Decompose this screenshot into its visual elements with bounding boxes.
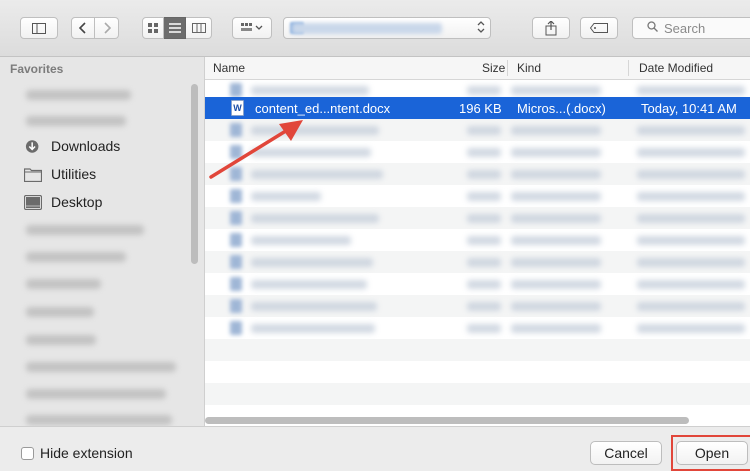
folder-icon [24, 167, 42, 182]
sidebar-blurred-item[interactable] [26, 225, 144, 235]
search-placeholder: Search [664, 20, 706, 36]
sidebar-item-label: Downloads [51, 138, 121, 154]
sidebar-toggle-button[interactable] [20, 17, 58, 39]
tag-icon [590, 23, 608, 33]
path-blurred-text [292, 23, 442, 34]
updown-chevron-icon [477, 20, 485, 36]
search-icon [647, 21, 658, 35]
chevron-right-icon [103, 22, 111, 34]
hide-extension-checkbox[interactable] [21, 447, 34, 460]
list-icon [168, 23, 181, 33]
arrange-menu-button[interactable] [232, 17, 272, 39]
sidebar-item-downloads[interactable]: Downloads [24, 135, 120, 157]
sidebar-blurred-item[interactable] [26, 90, 131, 100]
icon-view-button[interactable] [142, 17, 164, 39]
footer-bar: Hide extension Cancel Open [0, 426, 750, 471]
back-forward-group [71, 17, 119, 39]
annotation-arrow-icon [209, 120, 303, 179]
sidebar-blurred-item[interactable] [26, 279, 101, 289]
sidebar-blurred-item[interactable] [26, 307, 94, 317]
sidebar-scrollbar[interactable] [191, 84, 198, 264]
sidebar-blurred-item[interactable] [26, 335, 96, 345]
sidebar-blurred-item[interactable] [26, 252, 126, 262]
sidebar-icon [32, 22, 46, 34]
file-list: Name Size Kind Date Modified W content_e… [205, 57, 750, 426]
path-popup[interactable] [283, 17, 491, 39]
sidebar-blurred-item[interactable] [26, 389, 166, 399]
chevron-left-icon [79, 22, 86, 34]
tag-button[interactable] [580, 17, 618, 39]
grid-icon [147, 22, 158, 33]
sidebar-blurred-item[interactable] [26, 415, 172, 425]
search-input[interactable]: Search [632, 17, 750, 39]
arrange-icon [241, 23, 263, 31]
hide-extension-label[interactable]: Hide extension [40, 445, 133, 461]
sidebar-item-utilities[interactable]: Utilities [24, 163, 96, 185]
toolbar: Search [0, 0, 750, 57]
sidebar-blurred-item[interactable] [26, 362, 176, 372]
downloads-icon [25, 139, 39, 153]
columns-icon [191, 23, 206, 33]
open-button-highlight [671, 435, 750, 471]
column-view-button[interactable] [186, 17, 212, 39]
cancel-button[interactable]: Cancel [590, 441, 662, 465]
sidebar: Favorites Downloads Utilities Desktop [0, 57, 205, 426]
share-button[interactable] [532, 17, 570, 39]
forward-button[interactable] [95, 17, 119, 39]
sidebar-item-label: Desktop [51, 194, 103, 210]
back-button[interactable] [71, 17, 95, 39]
sidebar-item-label: Utilities [51, 166, 97, 182]
sidebar-blurred-item[interactable] [26, 116, 126, 126]
share-icon [545, 20, 557, 35]
desktop-icon [24, 194, 42, 210]
list-view-button[interactable] [164, 17, 186, 39]
view-mode-group [142, 17, 212, 39]
sidebar-section-title: Favorites [10, 62, 64, 76]
sidebar-item-desktop[interactable]: Desktop [24, 191, 102, 213]
